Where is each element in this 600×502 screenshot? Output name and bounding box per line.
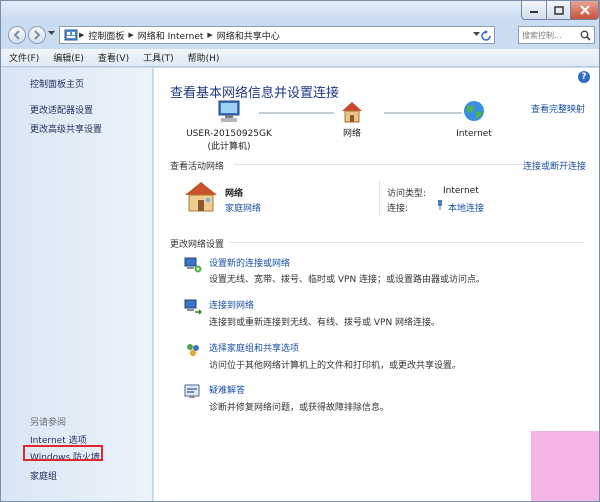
menu-file[interactable]: 文件(F) [9, 51, 39, 64]
menu-view[interactable]: 查看(V) [98, 51, 129, 64]
sidebar-link-advanced-sharing[interactable]: 更改高级共享设置 [30, 122, 102, 135]
network-sharing-center-window: ▶ 控制面板 ▶ 网络和 Internet ▶ 网络和共享中心 搜索控制... … [0, 0, 600, 502]
menu-edit[interactable]: 编辑(E) [53, 51, 84, 64]
homegroup-icon [187, 344, 199, 357]
firewall-highlight-box [23, 445, 103, 461]
access-type-label: 访问类型: [387, 189, 427, 199]
task-title-new-connection[interactable]: 设置新的连接或网络 [209, 256, 290, 269]
task-title-troubleshoot[interactable]: 疑难解答 [209, 383, 245, 396]
address-dropdown-icon[interactable] [473, 32, 480, 37]
connection-label: 连接: [387, 204, 409, 214]
search-placeholder: 搜索控制... [522, 30, 562, 40]
home-network-icon[interactable] [183, 179, 219, 213]
task-title-connect-network[interactable]: 连接到网络 [209, 298, 254, 311]
local-connection-link[interactable]: 本地连接 [448, 201, 484, 214]
close-button[interactable] [570, 1, 599, 20]
minimize-button[interactable] [521, 1, 547, 20]
address-separator: ▶ [207, 31, 213, 39]
connect-disconnect-link[interactable]: 连接或断开连接 [523, 159, 586, 172]
refresh-icon[interactable] [480, 30, 492, 42]
forward-button[interactable] [28, 26, 46, 44]
breadcrumb-network-internet[interactable]: 网络和 Internet [135, 29, 207, 42]
house-icon [342, 102, 362, 123]
forward-arrow-icon [34, 30, 41, 40]
node-network[interactable]: 网络 [332, 99, 372, 141]
maximize-icon [553, 5, 564, 15]
menu-tools[interactable]: 工具(T) [143, 51, 174, 64]
breadcrumb-network-center[interactable]: 网络和共享中心 [214, 29, 283, 42]
sidebar-link-homegroup[interactable]: 家庭组 [30, 469, 57, 482]
help-icon[interactable]: ? [578, 71, 590, 83]
connection-plug-icon [438, 200, 442, 210]
divider [234, 164, 522, 165]
new-connection-icon [184, 257, 202, 273]
breadcrumb-control-panel[interactable]: 控制面板 [85, 29, 127, 42]
full-map-link[interactable]: 查看完整映射 [531, 102, 585, 115]
active-networks-heading: 查看活动网络 [170, 162, 225, 172]
see-also-heading: 另请参阅 [30, 418, 67, 428]
task-title-homegroup[interactable]: 选择家庭组和共享选项 [209, 341, 299, 354]
control-panel-icon [64, 29, 78, 41]
history-dropdown-icon[interactable] [48, 31, 55, 36]
search-box[interactable]: 搜索控制... [518, 26, 595, 44]
node-internet[interactable]: Internet [452, 99, 496, 141]
close-icon [579, 5, 590, 15]
back-arrow-icon [13, 30, 20, 40]
node-this-computer: USER-20150925GK (此计算机) [184, 99, 274, 154]
connector-line [259, 112, 334, 114]
internet-node-label: Internet [456, 129, 492, 139]
access-type-value: Internet [443, 186, 479, 196]
back-button[interactable] [8, 26, 26, 44]
globe-icon [464, 101, 484, 121]
decorative-pink-block [531, 431, 599, 501]
sidebar-link-adapter-settings[interactable]: 更改适配器设置 [30, 103, 93, 116]
change-settings-heading: 更改网络设置 [170, 240, 225, 250]
connect-network-icon [184, 299, 202, 315]
sidebar: 控制面板主页 更改适配器设置 更改高级共享设置 另请参阅 Internet 选项… [1, 68, 153, 501]
computer-icon [218, 100, 240, 122]
task-desc-new-connection: 设置无线、宽带、拨号、临时或 VPN 连接；或设置路由器或访问点。 [209, 275, 486, 285]
search-icon[interactable] [580, 30, 591, 41]
network-type-link[interactable]: 家庭网络 [225, 201, 261, 214]
address-separator: ▶ [128, 31, 134, 39]
active-network-name: 网络 [225, 189, 244, 199]
connector-line [384, 112, 462, 114]
computer-name: USER-20150925GK [186, 129, 272, 139]
minimize-icon [530, 11, 538, 13]
title-bar [1, 1, 599, 23]
task-desc-connect-network: 连接到或重新连接到无线、有线、拨号或 VPN 网络连接。 [209, 318, 441, 328]
maximize-button[interactable] [546, 1, 571, 20]
vertical-divider [379, 180, 380, 216]
computer-sublabel: (此计算机) [207, 142, 251, 152]
address-bar[interactable]: ▶ 控制面板 ▶ 网络和 Internet ▶ 网络和共享中心 [59, 26, 495, 44]
troubleshoot-icon [184, 384, 200, 398]
menu-help[interactable]: 帮助(H) [188, 51, 220, 64]
sidebar-link-control-panel-home[interactable]: 控制面板主页 [30, 77, 84, 90]
divider [229, 242, 584, 243]
task-desc-troubleshoot: 诊断并修复网络问题，或获得故障排除信息。 [209, 403, 390, 413]
task-desc-homegroup: 访问位于其他网络计算机上的文件和打印机，或更改共享设置。 [209, 361, 462, 371]
menu-bar: 文件(F) 编辑(E) 查看(V) 工具(T) 帮助(H) [1, 49, 599, 67]
address-separator: ▶ [79, 31, 85, 39]
network-node-label: 网络 [342, 129, 361, 139]
navigation-row: ▶ 控制面板 ▶ 网络和 Internet ▶ 网络和共享中心 搜索控制... [1, 23, 599, 47]
